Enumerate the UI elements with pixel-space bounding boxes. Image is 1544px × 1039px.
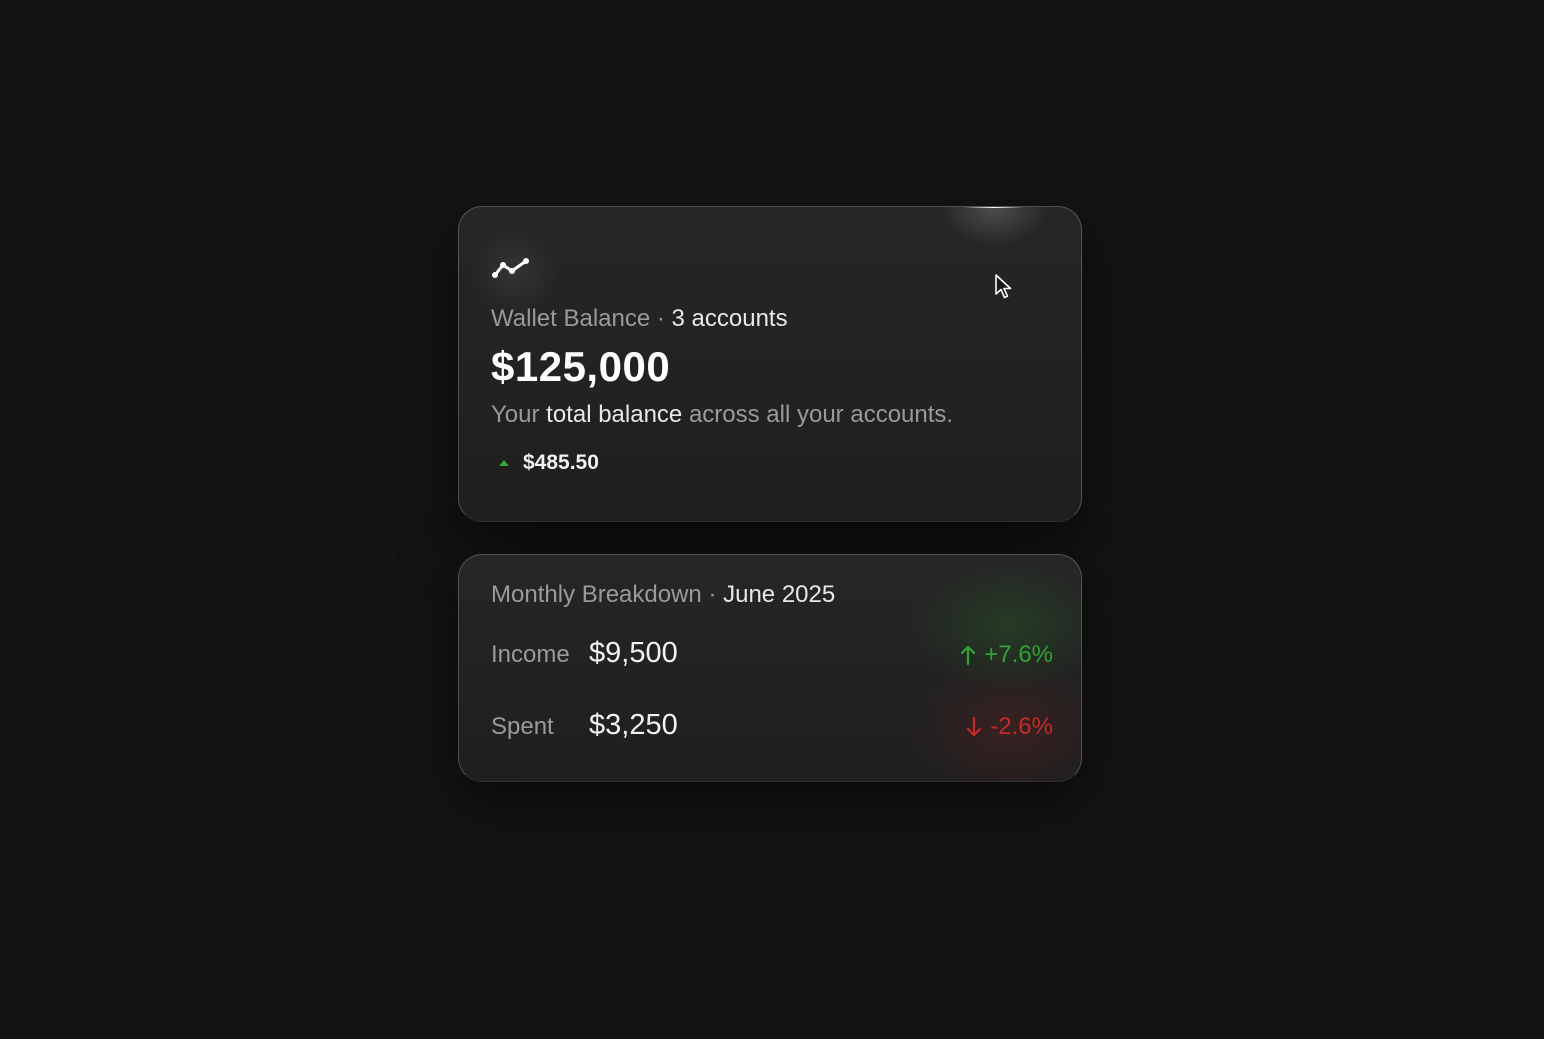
balance-description: Your total balance across all your accou…: [491, 401, 953, 429]
monthly-breakdown-card[interactable]: Monthly Breakdown · June 2025 Income $9,…: [458, 554, 1082, 782]
income-row: Income $9,500 +7.6%: [491, 637, 1053, 677]
income-value: $9,500: [589, 637, 678, 669]
spent-value: $3,250: [589, 709, 678, 741]
monthly-period: June 2025: [723, 581, 836, 608]
spent-row: Spent $3,250 -2.6%: [491, 709, 1053, 749]
desc-suffix: across all your accounts.: [682, 401, 954, 428]
trend-line-icon: [492, 258, 529, 278]
wallet-subtitle: Wallet Balance · 3 accounts: [491, 305, 788, 333]
wallet-label: Wallet Balance ·: [491, 305, 672, 332]
balance-change: $485.50: [499, 451, 599, 475]
spent-change-value: -2.6%: [990, 713, 1053, 740]
desc-prefix: Your: [491, 401, 547, 428]
balance-change-value: $485.50: [523, 451, 599, 474]
monthly-title: Monthly Breakdown · June 2025: [491, 581, 835, 609]
mouse-pointer-icon: [995, 274, 1012, 299]
border-highlight: [964, 207, 1024, 208]
spent-label: Spent: [491, 713, 554, 740]
arrow-down-icon: [967, 716, 982, 737]
income-label: Income: [491, 641, 570, 668]
desc-highlight: total balance: [546, 401, 683, 428]
balance-amount: $125,000: [491, 343, 671, 390]
spent-change: -2.6%: [966, 713, 1053, 741]
page: Wallet Balance · 3 accounts $125,000 You…: [0, 0, 1544, 1039]
accounts-count: 3 accounts: [671, 305, 788, 332]
caret-up-icon: [499, 460, 509, 466]
monthly-label: Monthly Breakdown ·: [491, 581, 724, 608]
arrow-up-icon: [961, 645, 976, 666]
income-change-value: +7.6%: [984, 641, 1053, 668]
border-glow: [939, 207, 1049, 247]
wallet-balance-card[interactable]: Wallet Balance · 3 accounts $125,000 You…: [458, 206, 1082, 522]
income-change: +7.6%: [960, 641, 1053, 669]
